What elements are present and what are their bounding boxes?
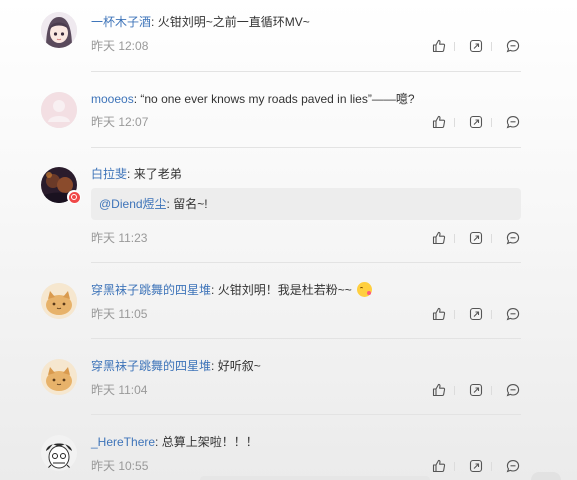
divider [91, 414, 521, 415]
action-divider [454, 118, 455, 127]
action-divider [491, 118, 492, 127]
bottom-overlay [200, 476, 430, 480]
share-icon[interactable] [469, 459, 483, 473]
share-icon[interactable] [469, 307, 483, 321]
avatar[interactable] [41, 359, 77, 395]
like-icon[interactable] [432, 39, 446, 53]
sketch-avatar-icon [41, 435, 77, 471]
reply-icon[interactable] [506, 115, 520, 129]
comment-text: 好听叙~ [217, 359, 261, 373]
avatar[interactable] [41, 12, 77, 48]
like-icon[interactable] [432, 115, 446, 129]
action-divider [491, 234, 492, 243]
badge-icon [68, 191, 80, 203]
comment-actions [432, 307, 522, 323]
username-link[interactable]: 一杯木子酒 [91, 15, 151, 29]
username-link[interactable]: _HereThere [91, 435, 155, 449]
username-link[interactable]: mooeos [91, 92, 134, 106]
action-divider [491, 462, 492, 471]
comment-text: 总算上架啦！！！ [161, 435, 258, 449]
quoted-text: 留名~! [173, 197, 208, 211]
action-divider [491, 42, 492, 51]
comment-actions [432, 383, 522, 399]
comment-text-line: _HereThere: 总算上架啦！！！ [91, 435, 258, 449]
timestamp: 昨天 10:55 [91, 459, 149, 473]
comment-actions [432, 459, 522, 475]
like-icon[interactable] [432, 231, 446, 245]
share-icon[interactable] [469, 39, 483, 53]
cat-avatar-icon [41, 283, 77, 319]
comment-text-line: 白拉斐: 来了老弟 [91, 167, 182, 181]
action-divider [454, 386, 455, 395]
reply-icon[interactable] [506, 231, 520, 245]
comment-text-line: 一杯木子酒: 火钳刘明~之前一直循环MV~ [91, 15, 310, 29]
reply-icon[interactable] [506, 39, 520, 53]
action-divider [491, 386, 492, 395]
like-icon[interactable] [432, 459, 446, 473]
default-avatar-icon [41, 92, 77, 128]
quoted-reply-text: @Diend煜尘: 留名~! [99, 197, 208, 211]
avatar[interactable] [41, 435, 77, 471]
divider [91, 71, 521, 72]
share-icon[interactable] [469, 115, 483, 129]
comment-text-line: 穿黑袜子跳舞的四星堆: 火钳刘明！我是杜若粉~~ [91, 282, 373, 298]
anime-girl-avatar-icon [41, 12, 77, 48]
reply-icon[interactable] [506, 459, 520, 473]
avatar[interactable] [41, 92, 77, 128]
comment-text: 火钳刘明~之前一直循环MV~ [157, 15, 310, 29]
action-divider [454, 234, 455, 243]
action-divider [491, 310, 492, 319]
timestamp: 昨天 12:07 [91, 115, 149, 129]
comment-actions [432, 231, 522, 247]
timestamp: 昨天 11:04 [91, 383, 148, 397]
comment-actions [432, 39, 522, 55]
divider [91, 338, 521, 339]
avatar[interactable] [41, 283, 77, 319]
share-icon[interactable] [469, 383, 483, 397]
comment-text-line: mooeos: “no one ever knows my roads pave… [91, 92, 415, 106]
comment-text: 火钳刘明！我是杜若粉~~ [217, 283, 352, 297]
comment-list: 一杯木子酒: 火钳刘明~之前一直循环MV~ 昨天 12:08 mooeos: “… [0, 0, 577, 480]
comment-text: “no one ever knows my roads paved in lie… [140, 92, 415, 106]
divider [91, 147, 521, 148]
cat-avatar-icon [41, 359, 77, 395]
comment-text-line: 穿黑袜子跳舞的四星堆: 好听叙~ [91, 359, 261, 373]
reply-icon[interactable] [506, 307, 520, 321]
share-icon[interactable] [469, 231, 483, 245]
divider [91, 262, 521, 263]
username-link[interactable]: 穿黑袜子跳舞的四星堆 [91, 359, 211, 373]
quoted-reply: @Diend煜尘: 留名~! [91, 188, 521, 220]
like-icon[interactable] [432, 383, 446, 397]
action-divider [454, 462, 455, 471]
timestamp: 昨天 11:05 [91, 307, 148, 321]
username-link[interactable]: 白拉斐 [91, 167, 127, 181]
action-divider [454, 310, 455, 319]
back-to-top-button[interactable] [531, 472, 561, 480]
comment-actions [432, 115, 522, 131]
action-divider [454, 42, 455, 51]
comment-text: 来了老弟 [133, 167, 182, 181]
like-icon[interactable] [432, 307, 446, 321]
quoted-username-link[interactable]: @Diend煜尘 [99, 197, 167, 211]
kiss-emoji-icon [357, 282, 373, 297]
timestamp: 昨天 11:23 [91, 231, 148, 245]
username-link[interactable]: 穿黑袜子跳舞的四星堆 [91, 283, 211, 297]
reply-icon[interactable] [506, 383, 520, 397]
timestamp: 昨天 12:08 [91, 39, 149, 53]
verified-badge [67, 190, 81, 204]
